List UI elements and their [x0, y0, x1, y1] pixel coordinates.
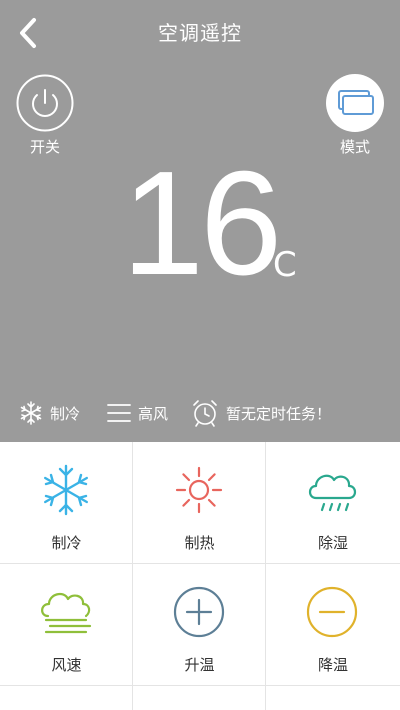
- snowflake-icon: [20, 401, 42, 425]
- plus-circle-icon: [173, 586, 225, 638]
- heat-button[interactable]: 制热: [133, 442, 266, 564]
- remote-panel: 空调遥控 开关 模式 16 ℃ 制冷 高风 暂无定时任务！: [0, 0, 400, 442]
- snowflake-icon: [43, 464, 88, 516]
- status-timer-text: 暂无定时任务！: [226, 404, 332, 423]
- cool-button[interactable]: 制冷: [0, 442, 133, 564]
- temperature-display: 16 ℃: [0, 144, 400, 304]
- temp-down-label: 降温: [317, 656, 348, 674]
- power-icon: [16, 74, 74, 132]
- grid-cell-empty: [0, 686, 133, 710]
- status-bar: 制冷 高风 暂无定时任务！: [0, 396, 400, 430]
- function-grid: 制冷 制热 除湿 风速 升温 降温: [0, 442, 400, 710]
- grid-cell-empty: [133, 686, 266, 710]
- dehumidify-label: 除湿: [317, 534, 348, 552]
- temp-down-button[interactable]: 降温: [266, 564, 400, 686]
- wind-cloud-icon: [41, 592, 92, 634]
- status-timer: 暂无定时任务！: [190, 396, 331, 430]
- dehumidify-button[interactable]: 除湿: [266, 442, 400, 564]
- sun-icon: [175, 466, 223, 514]
- page-title: 空调遥控: [158, 21, 242, 45]
- menu-lines-icon: [107, 404, 131, 422]
- minus-circle-icon: [306, 586, 358, 638]
- status-mode: 制冷: [18, 396, 80, 430]
- temp-up-button[interactable]: 升温: [133, 564, 266, 686]
- fan-speed-button[interactable]: 风速: [0, 564, 133, 686]
- power-button[interactable]: [16, 74, 74, 132]
- temperature-unit: ℃: [259, 245, 298, 285]
- cool-label: 制冷: [51, 534, 82, 552]
- grid-cell-empty: [266, 686, 400, 710]
- temperature-value: 16: [121, 141, 283, 306]
- temp-up-label: 升温: [184, 656, 215, 674]
- fan-speed-label: 风速: [51, 656, 82, 674]
- status-mode-text: 制冷: [50, 404, 81, 423]
- heat-label: 制热: [184, 534, 215, 552]
- mode-icon: [338, 90, 374, 115]
- status-fan: 高风: [106, 396, 168, 430]
- alarm-clock-icon: [193, 400, 217, 427]
- rain-cloud-icon: [308, 474, 357, 512]
- status-fan-text: 高风: [138, 404, 169, 423]
- mode-button[interactable]: [326, 74, 384, 132]
